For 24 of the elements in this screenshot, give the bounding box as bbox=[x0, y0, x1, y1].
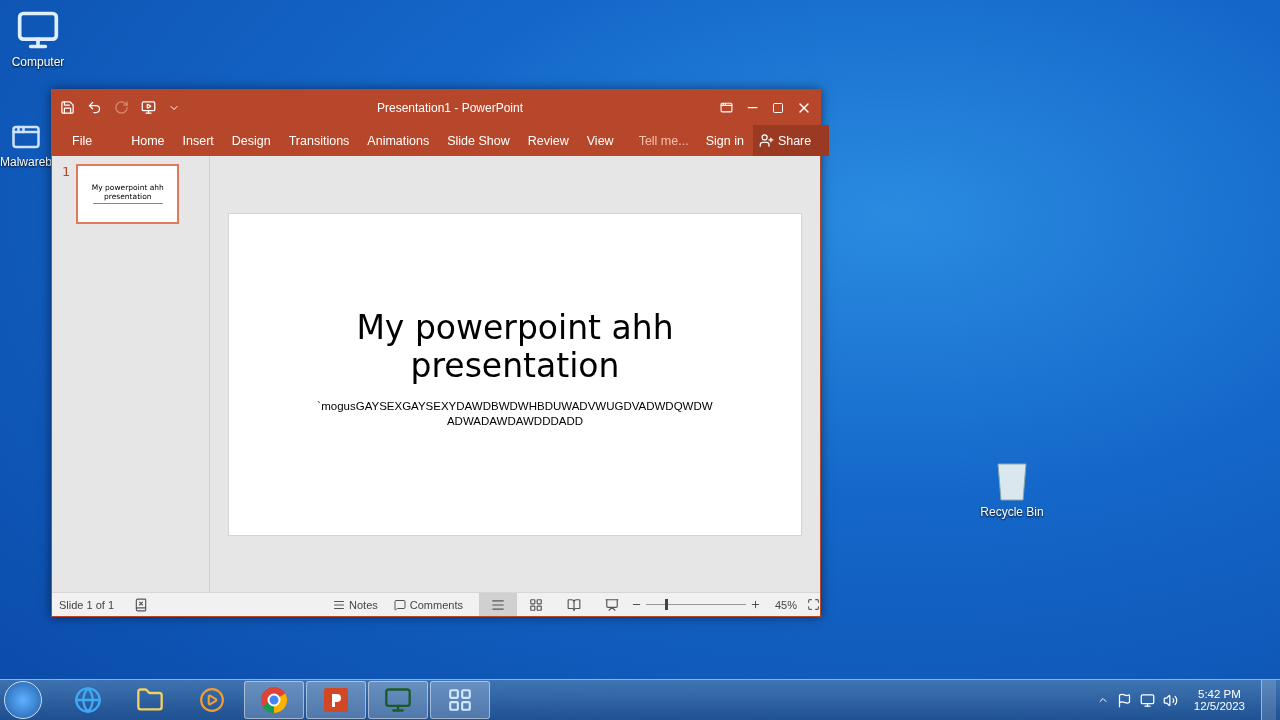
zoom-percent[interactable]: 45% bbox=[774, 598, 797, 611]
ribbon-tab[interactable]: Transitions bbox=[279, 133, 359, 148]
slide-title[interactable]: My powerpoint ahh presentation bbox=[335, 309, 695, 385]
desktop-icon-label[interactable]: Recycle Bin bbox=[980, 505, 1044, 519]
window-title: Presentation1 - PowerPoint bbox=[375, 100, 525, 115]
notes-button[interactable]: Notes bbox=[325, 598, 386, 611]
sign-in-link[interactable]: Sign in bbox=[696, 133, 753, 148]
slide-number: 1 bbox=[62, 164, 71, 179]
clock[interactable]: 5:42 PM 12/5/2023 bbox=[1185, 688, 1253, 712]
desktop-icon-label[interactable]: Malwareb bbox=[0, 155, 52, 169]
ribbon-tab[interactable]: View bbox=[577, 133, 623, 148]
ribbon-tab[interactable]: Animations bbox=[358, 133, 439, 148]
ribbon-tab[interactable]: Design bbox=[222, 133, 280, 148]
desktop-icon-label[interactable]: Computer bbox=[11, 55, 65, 69]
slide-subtitle[interactable]: `mogusGAYSEXGAYSEXYDAWDBWDWHBDUWADVWUGDVADWDQWDW ADWADAWDAWDDDADD bbox=[300, 399, 730, 429]
ribbon-tab[interactable]: Insert bbox=[173, 133, 223, 148]
slide-counter: Slide 1 of 1 bbox=[59, 598, 115, 611]
share-button[interactable]: Share bbox=[752, 125, 830, 156]
ribbon-tab[interactable]: Home bbox=[122, 133, 174, 148]
ribbon-tab[interactable]: File bbox=[62, 133, 123, 148]
ribbon-tab[interactable]: Slide Show bbox=[438, 133, 519, 148]
ribbon-tab[interactable]: Review bbox=[518, 133, 578, 148]
tell-me-field[interactable]: Tell me... bbox=[630, 133, 697, 148]
comments-button[interactable]: Comments bbox=[385, 598, 471, 611]
